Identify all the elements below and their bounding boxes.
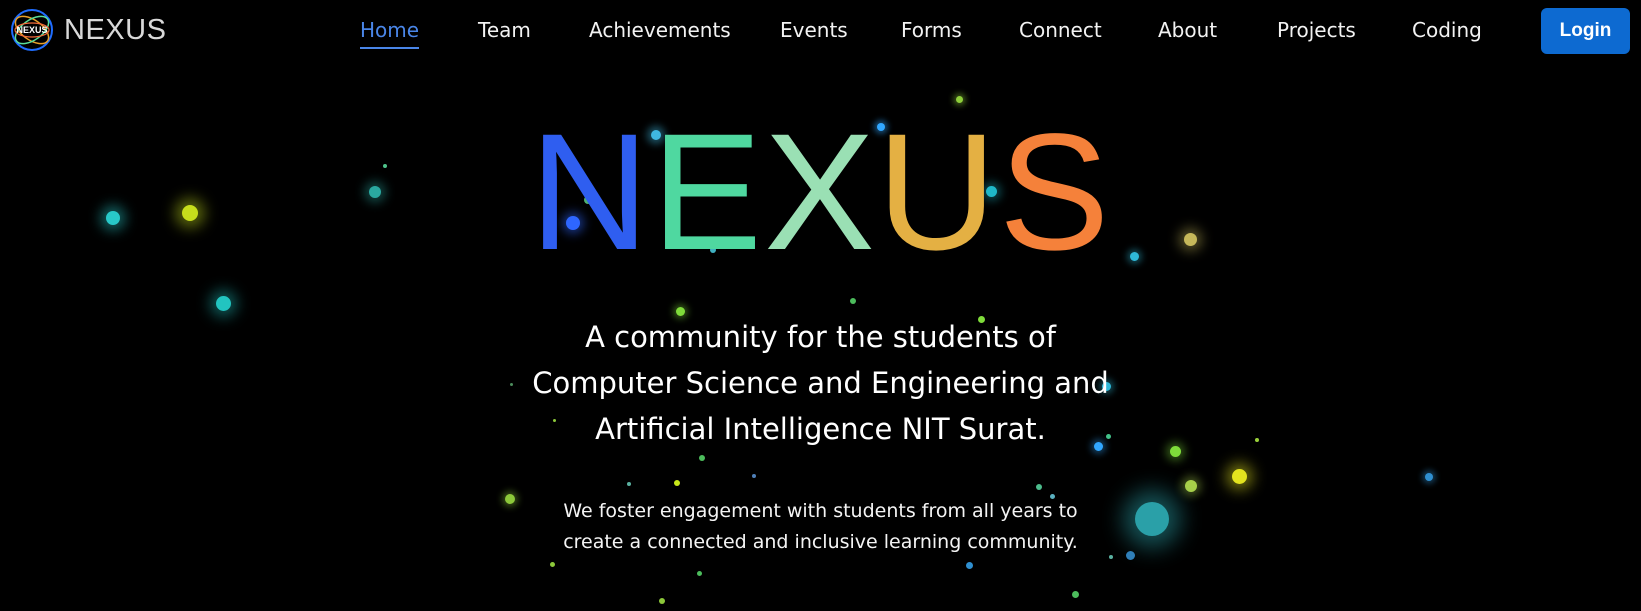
- hero-title: NEXUS: [0, 110, 1641, 276]
- hero-title-letter: X: [764, 100, 877, 285]
- hero-title-letter: N: [529, 100, 652, 285]
- hero-title-letter: E: [651, 100, 765, 285]
- nav-item-forms[interactable]: Forms: [901, 18, 962, 42]
- description-line: create a connected and inclusive learnin…: [563, 531, 1078, 553]
- description-line: We foster engagement with students from …: [563, 500, 1078, 522]
- tagline-line: Computer Science and Engineering and: [532, 366, 1109, 400]
- nav-item-coding[interactable]: Coding: [1412, 18, 1482, 42]
- hero-title-letter: U: [876, 100, 999, 285]
- page: NEXUS NEXUS Home Team Achievements Event…: [0, 0, 1641, 611]
- nav-item-events[interactable]: Events: [780, 18, 848, 42]
- nav-item-team[interactable]: Team: [478, 18, 531, 42]
- tagline-line: A community for the students of: [585, 320, 1056, 354]
- hero-section: NEXUS A community for the students of Co…: [0, 0, 1641, 611]
- main-nav: Home Team Achievements Events Forms Conn…: [0, 0, 1641, 64]
- navbar: NEXUS NEXUS Home Team Achievements Event…: [0, 0, 1641, 64]
- nav-item-projects[interactable]: Projects: [1277, 18, 1356, 42]
- nav-item-about[interactable]: About: [1158, 18, 1217, 42]
- hero-title-letter: S: [998, 100, 1112, 285]
- nav-item-achievements[interactable]: Achievements: [589, 18, 731, 42]
- hero-tagline: A community for the students of Computer…: [0, 314, 1641, 452]
- login-button[interactable]: Login: [1541, 8, 1630, 54]
- nav-item-home[interactable]: Home: [360, 18, 420, 49]
- tagline-line: Artificial Intelligence NIT Surat.: [595, 412, 1046, 446]
- hero-description: We foster engagement with students from …: [0, 496, 1641, 558]
- nav-item-connect[interactable]: Connect: [1019, 18, 1102, 42]
